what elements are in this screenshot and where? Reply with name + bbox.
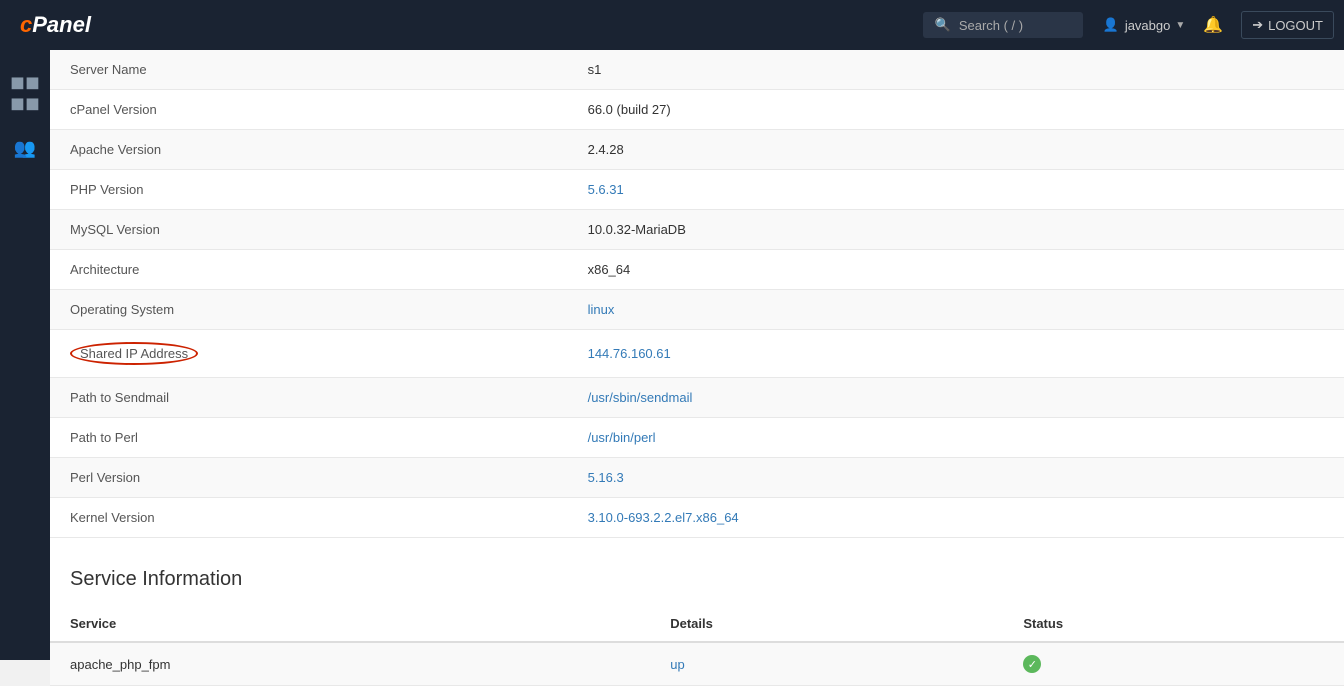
- server-info-row: Shared IP Address 144.76.160.61: [50, 330, 1344, 378]
- logout-button[interactable]: ➔ LOGOUT: [1241, 11, 1334, 39]
- users-icon: 👥: [14, 138, 36, 159]
- col-status: Status: [1003, 606, 1344, 642]
- row-value: 5.6.31: [568, 170, 1344, 210]
- search-icon: 🔍: [935, 17, 951, 33]
- row-label: Kernel Version: [50, 498, 568, 538]
- row-label: Architecture: [50, 250, 568, 290]
- sidebar-item-dashboard[interactable]: ◼◼◼◼: [0, 60, 50, 126]
- user-icon: 👤: [1103, 17, 1119, 33]
- row-label: MySQL Version: [50, 210, 568, 250]
- server-info-row: MySQL Version10.0.32-MariaDB: [50, 210, 1344, 250]
- row-value: s1: [568, 50, 1344, 90]
- row-value: linux: [568, 290, 1344, 330]
- shared-ip-label: Shared IP Address: [70, 342, 198, 365]
- logout-icon: ➔: [1252, 17, 1263, 33]
- server-info-row: Apache Version2.4.28: [50, 130, 1344, 170]
- main-content: Server Names1cPanel Version66.0 (build 2…: [50, 50, 1344, 686]
- server-info-row: PHP Version5.6.31: [50, 170, 1344, 210]
- row-value: 66.0 (build 27): [568, 90, 1344, 130]
- user-menu[interactable]: 👤 javabgo ▼: [1103, 17, 1186, 33]
- navbar: cPanel 🔍 Search ( / ) 👤 javabgo ▼ 🔔 ➔ LO…: [0, 0, 1344, 50]
- row-value: 5.16.3: [568, 458, 1344, 498]
- row-value: x86_64: [568, 250, 1344, 290]
- server-info-row: Operating Systemlinux: [50, 290, 1344, 330]
- notifications-bell[interactable]: 🔔: [1203, 15, 1223, 35]
- service-details: up: [650, 642, 1003, 686]
- username-label: javabgo: [1125, 18, 1171, 33]
- row-label: PHP Version: [50, 170, 568, 210]
- brand-logo: cPanel: [10, 12, 101, 38]
- sidebar: ◼◼◼◼ 👥: [0, 50, 50, 660]
- service-name: apache_php_fpm: [50, 642, 650, 686]
- row-value: /usr/sbin/sendmail: [568, 378, 1344, 418]
- grid-icon: ◼◼◼◼: [10, 72, 40, 114]
- search-bar[interactable]: 🔍 Search ( / ): [923, 12, 1083, 38]
- row-value: 2.4.28: [568, 130, 1344, 170]
- service-info-title: Service Information: [50, 538, 1344, 606]
- service-status: ✓: [1003, 642, 1344, 686]
- server-info-row: Server Names1: [50, 50, 1344, 90]
- row-label: Path to Sendmail: [50, 378, 568, 418]
- status-ok-icon: ✓: [1023, 655, 1041, 673]
- server-info-row: Path to Perl/usr/bin/perl: [50, 418, 1344, 458]
- server-info-table: Server Names1cPanel Version66.0 (build 2…: [50, 50, 1344, 538]
- row-value: 3.10.0-693.2.2.el7.x86_64: [568, 498, 1344, 538]
- col-details: Details: [650, 606, 1003, 642]
- service-info-table: Service Details Status apache_php_fpmup ✓: [50, 606, 1344, 686]
- server-info-row: Kernel Version3.10.0-693.2.2.el7.x86_64: [50, 498, 1344, 538]
- col-service: Service: [50, 606, 650, 642]
- row-label: Perl Version: [50, 458, 568, 498]
- row-value: 144.76.160.61: [568, 330, 1344, 378]
- server-info-row: Architecturex86_64: [50, 250, 1344, 290]
- service-row: apache_php_fpmup ✓: [50, 642, 1344, 686]
- row-label: Operating System: [50, 290, 568, 330]
- row-label: cPanel Version: [50, 90, 568, 130]
- logout-label: LOGOUT: [1268, 18, 1323, 33]
- row-value: /usr/bin/perl: [568, 418, 1344, 458]
- row-label: Server Name: [50, 50, 568, 90]
- chevron-down-icon: ▼: [1175, 20, 1185, 31]
- sidebar-item-users[interactable]: 👥: [0, 126, 50, 171]
- row-label: Apache Version: [50, 130, 568, 170]
- row-label: Path to Perl: [50, 418, 568, 458]
- server-info-row: Path to Sendmail/usr/sbin/sendmail: [50, 378, 1344, 418]
- server-info-row: cPanel Version66.0 (build 27): [50, 90, 1344, 130]
- service-table-header: Service Details Status: [50, 606, 1344, 642]
- server-info-row: Perl Version5.16.3: [50, 458, 1344, 498]
- search-label: Search ( / ): [959, 18, 1023, 33]
- row-value: 10.0.32-MariaDB: [568, 210, 1344, 250]
